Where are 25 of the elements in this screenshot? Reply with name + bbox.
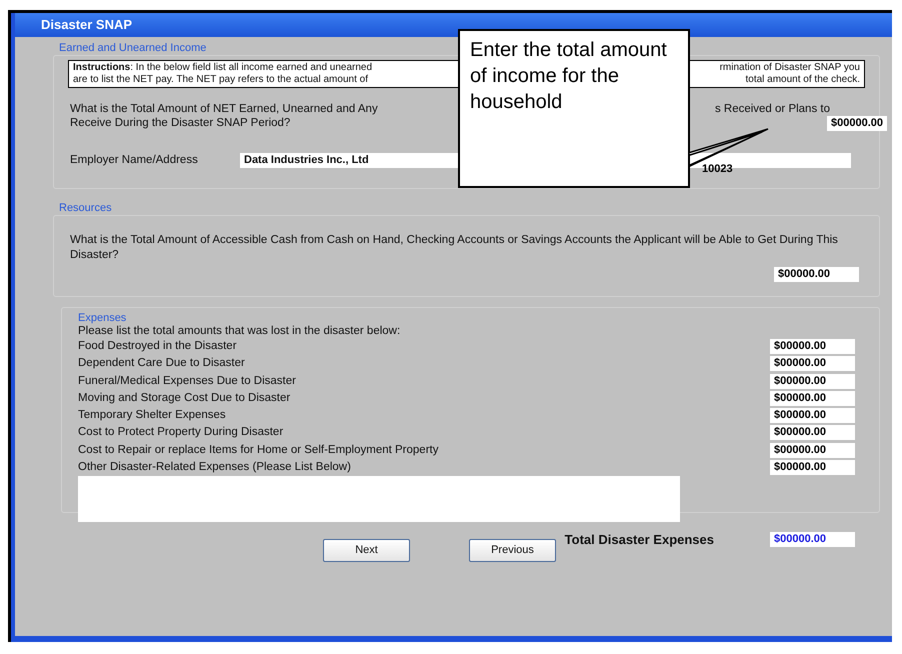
expense-label: Food Destroyed in the Disaster	[78, 339, 237, 354]
question-text: Receive During the Disaster SNAP Period?	[70, 116, 290, 130]
expense-label: Dependent Care Due to Disaster	[78, 356, 245, 372]
section-legend: Expenses	[78, 312, 855, 325]
field-value: Data Industries Inc., Ltd	[244, 153, 369, 168]
instruction-text: total amount of the check.	[745, 74, 860, 86]
section-legend: Earned and Unearned Income	[59, 41, 206, 55]
expense-label: Moving and Storage Cost Due to Disaster	[78, 390, 290, 406]
callout: Enter the total amount of income for the household	[458, 29, 690, 188]
instruction-text: Instructions: In the below field list all income earned and unearned	[73, 62, 372, 74]
section-legend: Resources	[59, 201, 112, 215]
instruction-text: rmination of Disaster SNAP you	[720, 62, 860, 74]
expense-label: Cost to Repair or replace Items for Home or Self-Employment Property	[78, 442, 438, 458]
question-text: s Received or Plans to	[714, 102, 830, 116]
question-text: What is the Total Amount of NET Earned, Unearned and Any	[70, 102, 378, 116]
expense-label: Other Disaster-Related Expenses (Please List Below)	[78, 460, 351, 475]
question-text: What is the Total Amount of Accessible Cash from Cash on Hand, Checking Accounts or Savings Accounts the Applicant will be Able to Get During This Disaster?	[70, 233, 839, 263]
field-label: Employer Name/Address	[70, 153, 199, 168]
total-label: Total Disaster Expenses	[564, 531, 714, 549]
expense-label: Cost to Protect Property During Disaster	[78, 425, 284, 440]
instruction-text: are to list the NET pay. The NET pay refers to the actual amount of	[73, 74, 368, 86]
window-title: Disaster SNAP	[41, 16, 132, 34]
expense-label: Funeral/Medical Expenses Due to Disaster	[78, 374, 296, 388]
expense-label: Temporary Shelter Expenses	[78, 408, 226, 423]
intro-text: Please list the total amounts that was lost in the disaster below:	[78, 325, 402, 338]
